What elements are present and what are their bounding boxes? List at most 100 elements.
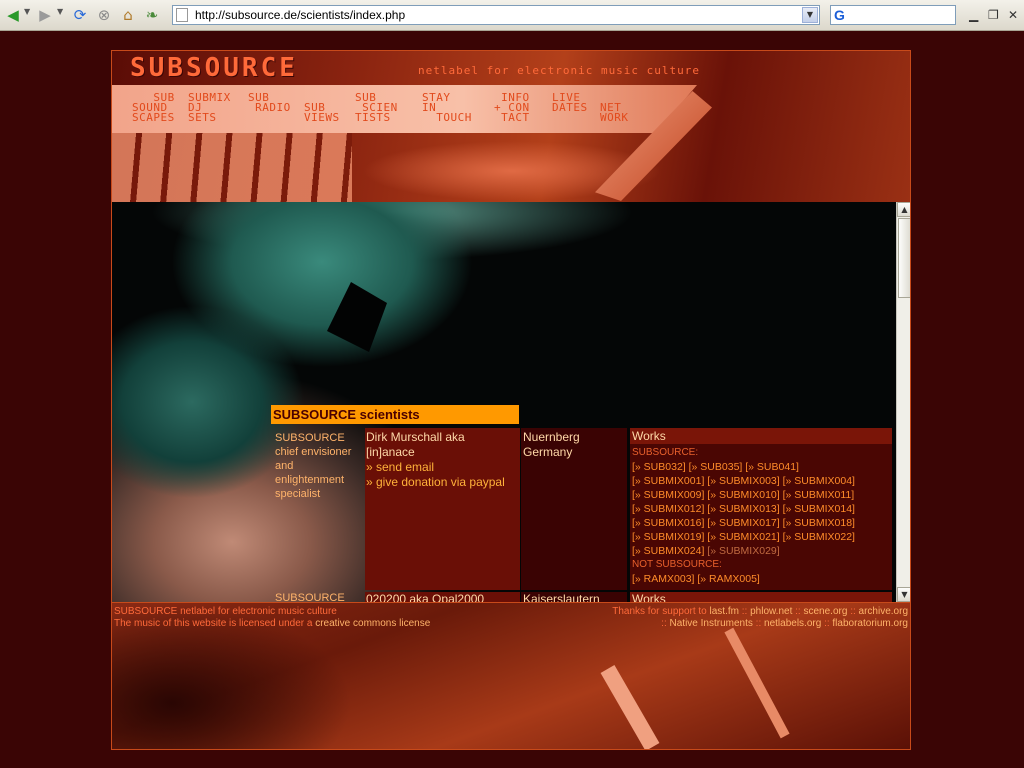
browser-toolbar: ◀ ▼ ▶ ▼ ⟳ ⊗ ⌂ ❧ http://subsource.de/scie… [0, 0, 1024, 31]
scroll-up-icon[interactable]: ▲ [897, 202, 910, 217]
back-arrow-icon[interactable]: ◀ [4, 4, 22, 26]
netlabels-link[interactable]: netlabels.org [764, 618, 821, 629]
license-text: The music of this website is licensed un… [114, 618, 313, 629]
release-link[interactable]: [» RAMX003] [632, 573, 694, 585]
footer-beam [600, 665, 660, 749]
scroll-thumb[interactable] [898, 218, 910, 298]
phlow-link[interactable]: phlow.net [750, 606, 792, 617]
address-bar[interactable]: http://subsource.de/scientists/index.php… [172, 5, 820, 25]
release-link[interactable]: [» SUBMIX004] [783, 475, 855, 487]
nav-infocontact[interactable]: INFO + CON TACT [494, 92, 530, 123]
scientist-name-cell: Dirk Murschall aka [in]anace » send emai… [365, 428, 520, 590]
release-link[interactable]: [» RAMX005] [697, 573, 759, 585]
release-link[interactable]: [» SUBMIX022] [783, 531, 855, 543]
nav-livedates[interactable]: LIVE DATES [552, 92, 588, 113]
release-link[interactable]: [» SUBMIX029] [707, 545, 779, 557]
works-row: [» SUBMIX024] [» SUBMIX029] [630, 544, 892, 558]
release-link[interactable]: [» SUBMIX018] [783, 517, 855, 529]
location-city: Nuernberg [523, 430, 580, 444]
flaboratorium-link[interactable]: flaboratorium.org [832, 618, 908, 629]
separator: :: [850, 606, 856, 617]
subsource-works-label: SUBSOURCE: [632, 447, 699, 458]
stop-icon[interactable]: ⊗ [94, 4, 114, 26]
content-scrollbar[interactable]: ▲ ▼ [896, 202, 910, 602]
forward-dropdown-icon[interactable]: ▼ [57, 7, 63, 16]
search-engine-icon[interactable]: G [834, 7, 845, 23]
works-row: [» SUBMIX019] [» SUBMIX021] [» SUBMIX022… [630, 530, 892, 544]
site-header: SUBSOURCE netlabel for electronic music … [112, 51, 910, 203]
works-row: [» SUB032] [» SUB035] [» SUB041] [630, 460, 892, 474]
not-subsource-label: NOT SUBSOURCE: [632, 559, 722, 570]
site-footer: SUBSOURCE netlabel for electronic music … [112, 602, 910, 749]
scientist-alias: [in]anace [366, 445, 415, 459]
site-frame: SUBSOURCE netlabel for electronic music … [111, 50, 911, 750]
release-link[interactable]: [» SUBMIX021] [707, 531, 779, 543]
footer-beam [724, 627, 790, 739]
nav-subviews[interactable]: SUB VIEWS [304, 93, 340, 123]
header-slats [112, 133, 352, 202]
native-instruments-link[interactable]: Native Instruments [670, 618, 753, 629]
release-link[interactable]: [» SUBMIX009] [632, 489, 704, 501]
scientist-role: SUBSOURCE chief envisioner and enlighten… [275, 432, 352, 500]
address-url[interactable]: http://subsource.de/scientists/index.php [195, 8, 405, 22]
release-link[interactable]: [» SUBMIX012] [632, 503, 704, 515]
release-link[interactable]: [» SUB035] [689, 461, 743, 473]
donate-paypal-link[interactable]: » give donation via paypal [365, 475, 520, 490]
works-row: [» SUBMIX009] [» SUBMIX010] [» SUBMIX011… [630, 488, 892, 502]
release-link[interactable]: [» SUBMIX001] [632, 475, 704, 487]
minimize-icon[interactable]: ▁ [969, 8, 978, 22]
release-link[interactable]: [» SUBMIX014] [783, 503, 855, 515]
nav-stayintouch[interactable]: STAY IN TOUCH [422, 92, 472, 123]
footer-sponsors-line: :: Native Instruments :: netlabels.org :… [661, 618, 908, 629]
scientist2-role: SUBSOURCE [275, 592, 345, 602]
works-row: [» SUBMIX001] [» SUBMIX003] [» SUBMIX004… [630, 474, 892, 488]
close-icon[interactable]: ✕ [1008, 8, 1018, 22]
scientist-works-cell: Works SUBSOURCE: [» SUB032] [» SUB035] [… [630, 428, 892, 590]
release-link[interactable]: [» SUBMIX019] [632, 531, 704, 543]
back-dropdown-icon[interactable]: ▼ [24, 7, 30, 16]
release-link[interactable]: [» SUBMIX024] [632, 545, 704, 557]
cc-license-link[interactable]: creative commons license [315, 618, 430, 629]
address-dropdown-icon[interactable]: ▼ [802, 7, 818, 23]
scientist-location-cell: Nuernberg Germany [521, 428, 627, 590]
nav-subradio[interactable]: SUB RADIO [248, 92, 291, 113]
nav-subsoundscapes[interactable]: SUB SOUND SCAPES [132, 92, 175, 123]
scroll-down-icon[interactable]: ▼ [897, 587, 910, 602]
separator: :: [824, 618, 830, 629]
search-box[interactable]: G [830, 5, 956, 25]
release-link[interactable]: [» SUBMIX010] [707, 489, 779, 501]
works-row: [» SUBMIX012] [» SUBMIX013] [» SUBMIX014… [630, 502, 892, 516]
footer-license-line: The music of this website is licensed un… [114, 618, 430, 629]
release-link[interactable]: [» SUBMIX003] [707, 475, 779, 487]
footer-thanks-line: Thanks for support to last.fm :: phlow.n… [612, 606, 908, 617]
release-link[interactable]: [» SUBMIX017] [707, 517, 779, 529]
scientists-title: SUBSOURCE scientists [271, 405, 519, 424]
reload-icon[interactable]: ⟳ [70, 4, 90, 26]
release-link[interactable]: [» SUBMIX011] [783, 489, 855, 501]
scientist2-works-header: Works [630, 592, 892, 602]
footer-site-line: SUBSOURCE netlabel for electronic music … [114, 606, 337, 617]
send-email-link[interactable]: » send email [365, 460, 520, 475]
works-header: Works [630, 428, 892, 444]
content-frame: SUBSOURCE scientists SUBSOURCE chief env… [112, 202, 910, 602]
home-icon[interactable]: ⌂ [118, 4, 138, 26]
forward-arrow-icon[interactable]: ▶ [36, 4, 54, 26]
bookmark-leaf-icon[interactable]: ❧ [142, 4, 162, 26]
site-logo[interactable]: SUBSOURCE [130, 53, 298, 83]
restore-icon[interactable]: ❐ [988, 8, 999, 22]
scientist2-location: Kaiserslautern [521, 592, 627, 602]
page-icon [176, 8, 188, 22]
release-link[interactable]: [» SUBMIX016] [632, 517, 704, 529]
nav-submix-djsets[interactable]: SUBMIX DJ SETS [188, 92, 231, 123]
release-link[interactable]: [» SUBMIX013] [707, 503, 779, 515]
nav-network[interactable]: NET WORK [600, 93, 629, 123]
nav-subscientists[interactable]: SUB SCIEN TISTS [355, 92, 398, 123]
archive-link[interactable]: archive.org [859, 606, 908, 617]
release-link[interactable]: [» SUB041] [745, 461, 799, 473]
release-link[interactable]: [» SUB032] [632, 461, 686, 473]
works-row: [» SUBMIX016] [» SUBMIX017] [» SUBMIX018… [630, 516, 892, 530]
scene-link[interactable]: scene.org [803, 606, 847, 617]
works-rows: [» SUB032] [» SUB035] [» SUB041] [» SUBMI… [630, 460, 892, 558]
lastfm-link[interactable]: last.fm [710, 606, 739, 617]
scientist-name: Dirk Murschall aka [366, 430, 465, 444]
